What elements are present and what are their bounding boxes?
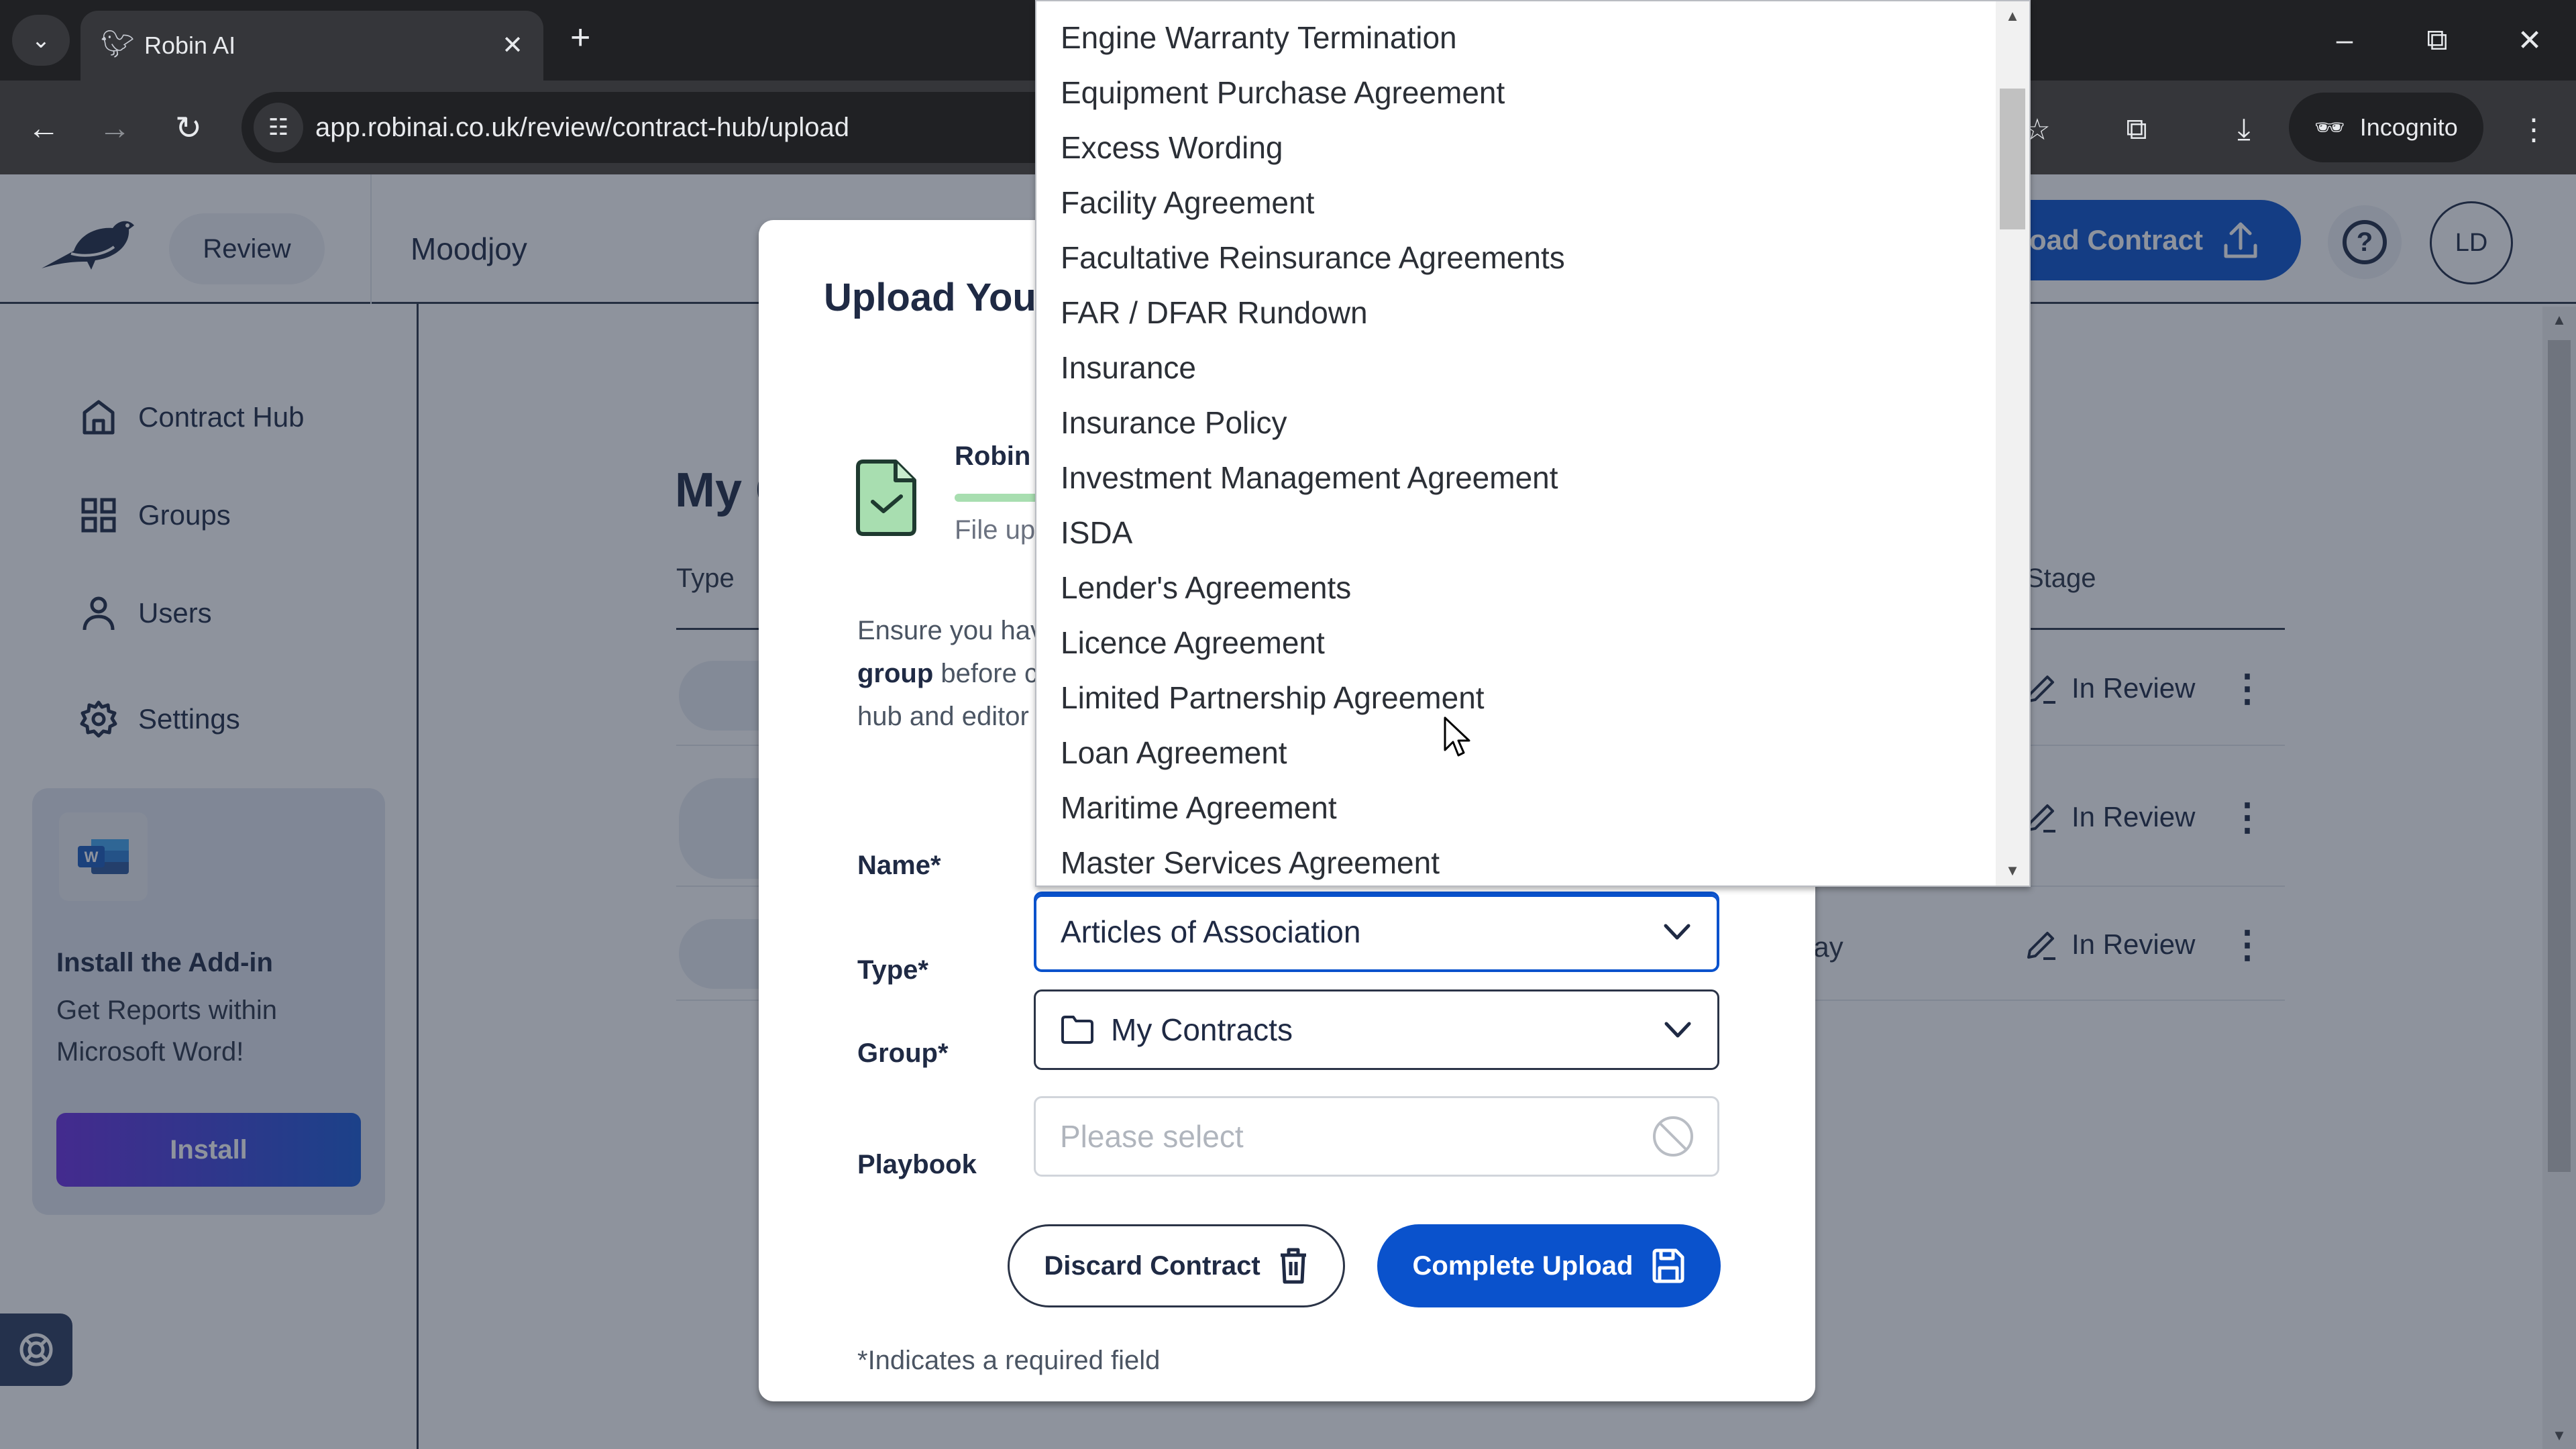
- arrow-right-icon: →: [99, 110, 131, 146]
- browser-menu-icon[interactable]: ⋮: [2509, 105, 2559, 154]
- instructions-line-2: before c: [933, 659, 1038, 688]
- mouse-cursor-icon: [1444, 716, 1470, 757]
- incognito-icon: 🕶︎: [2314, 113, 2345, 141]
- file-check-icon: [856, 460, 916, 536]
- window-close-button[interactable]: ✕: [2493, 13, 2567, 67]
- scroll-up-arrow-icon[interactable]: ▲: [1996, 1, 2029, 31]
- group-label: Group*: [857, 1038, 949, 1068]
- dropdown-option[interactable]: Master Services Agreement: [1061, 835, 1440, 885]
- discard-contract-label: Discard Contract: [1044, 1250, 1260, 1281]
- extensions-icon[interactable]: ⧉: [2112, 105, 2161, 154]
- group-select[interactable]: My Contracts: [1034, 989, 1719, 1070]
- dropdown-option[interactable]: FAR / DFAR Rundown: [1061, 285, 1368, 340]
- incognito-label: Incognito: [2359, 113, 2458, 141]
- playbook-label: Playbook: [857, 1150, 977, 1179]
- folder-icon: [1061, 1016, 1093, 1044]
- tab-close-icon[interactable]: ✕: [502, 25, 523, 66]
- disabled-icon: [1653, 1116, 1693, 1157]
- scroll-down-arrow-icon[interactable]: ▼: [1996, 856, 2029, 885]
- instructions-bold: group: [857, 659, 934, 688]
- dropdown-option[interactable]: Limited Partnership Agreement: [1061, 670, 1485, 725]
- browser-tab[interactable]: 🐦︎ Robin AI ✕: [80, 11, 543, 80]
- instructions-line-1: Ensure you hav: [857, 616, 1044, 645]
- forward-button[interactable]: →: [91, 105, 138, 152]
- type-label: Type*: [857, 955, 928, 985]
- group-select-value: My Contracts: [1111, 1012, 1293, 1047]
- type-select[interactable]: Articles of Association: [1034, 892, 1719, 972]
- name-label: Name*: [857, 851, 941, 880]
- incognito-indicator[interactable]: 🕶︎ Incognito: [2289, 93, 2483, 162]
- uploaded-file-name: Robin: [955, 441, 1031, 471]
- dropdown-option[interactable]: Facultative Reinsurance Agreements: [1061, 230, 1565, 285]
- dropdown-option[interactable]: Investment Management Agreement: [1061, 450, 1558, 505]
- download-icon[interactable]: ⤓: [2219, 105, 2269, 154]
- minimize-button[interactable]: –: [2308, 13, 2381, 67]
- robin-favicon-icon: 🐦︎: [101, 30, 135, 59]
- reload-icon: ↻: [174, 111, 203, 146]
- dropdown-option[interactable]: Insurance Policy: [1061, 395, 1287, 450]
- discard-contract-button[interactable]: Discard Contract: [1008, 1224, 1345, 1307]
- site-info-icon[interactable]: ☷: [254, 103, 303, 152]
- dropdown-scroll-thumb[interactable]: [2000, 89, 2025, 229]
- dropdown-option[interactable]: Lender's Agreements: [1061, 560, 1351, 615]
- required-field-note: *Indicates a required field: [857, 1346, 1161, 1375]
- reload-button[interactable]: ↻: [165, 105, 212, 152]
- dropdown-option[interactable]: Licence Agreement: [1061, 615, 1325, 670]
- dropdown-option[interactable]: ISDA: [1061, 505, 1132, 560]
- tab-search-button[interactable]: ⌄: [12, 15, 70, 66]
- type-dropdown-list[interactable]: Engine Warranty Termination Equipment Pur…: [1035, 0, 2031, 887]
- url-text: app.robinai.co.uk/review/contract-hub/up…: [315, 113, 850, 142]
- chevron-down-icon: [1664, 924, 1690, 940]
- playbook-select[interactable]: Please select: [1034, 1096, 1719, 1177]
- instructions-line-3: hub and editor: [857, 702, 1029, 731]
- save-icon: [1652, 1248, 1684, 1283]
- playbook-placeholder: Please select: [1060, 1119, 1244, 1154]
- trash-icon: [1280, 1248, 1306, 1284]
- back-button[interactable]: ←: [20, 105, 67, 152]
- dropdown-option[interactable]: Excess Wording: [1061, 120, 1283, 175]
- restore-icon: ⧉: [2426, 23, 2448, 56]
- complete-upload-label: Complete Upload: [1412, 1250, 1633, 1281]
- dropdown-option[interactable]: Insurance: [1061, 340, 1196, 395]
- chevron-down-icon: [1664, 1022, 1691, 1038]
- dropdown-option[interactable]: Equipment Purchase Agreement: [1061, 65, 1505, 120]
- dropdown-option[interactable]: Loan Agreement: [1061, 725, 1287, 780]
- dropdown-option[interactable]: Engine Warranty Termination: [1061, 10, 1457, 65]
- restore-button[interactable]: ⧉: [2400, 13, 2474, 67]
- chevron-down-icon: ⌄: [31, 28, 51, 53]
- complete-upload-button[interactable]: Complete Upload: [1377, 1224, 1721, 1307]
- arrow-left-icon: ←: [28, 110, 60, 146]
- dropdown-option[interactable]: Maritime Agreement: [1061, 780, 1337, 835]
- dropdown-scrollbar[interactable]: ▲ ▼: [1996, 1, 2029, 885]
- upload-status-text: File up: [955, 515, 1036, 545]
- tab-title: Robin AI: [144, 32, 236, 59]
- type-select-value: Articles of Association: [1061, 914, 1361, 949]
- new-tab-button[interactable]: +: [570, 17, 590, 58]
- dropdown-option[interactable]: Facility Agreement: [1061, 175, 1314, 230]
